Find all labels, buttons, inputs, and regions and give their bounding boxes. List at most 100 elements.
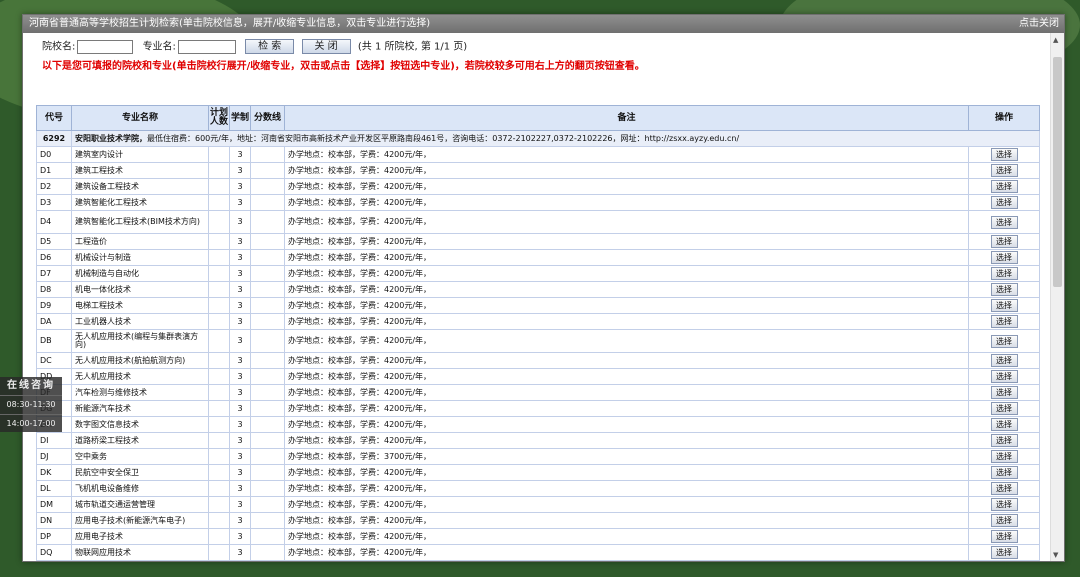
- score-line: [250, 448, 285, 465]
- vertical-scrollbar[interactable]: ▲ ▼: [1050, 33, 1064, 561]
- select-button[interactable]: 选择: [990, 418, 1018, 431]
- select-button[interactable]: 选择: [990, 334, 1018, 348]
- action-cell: 选择: [968, 400, 1040, 417]
- select-button[interactable]: 选择: [990, 215, 1018, 229]
- score-line: [250, 352, 285, 369]
- score-line: [250, 496, 285, 513]
- scrollbar-thumb[interactable]: [1053, 57, 1062, 287]
- select-button[interactable]: 选择: [990, 196, 1018, 209]
- remark: 办学地点：校本部，学费：4200元/年，: [284, 464, 969, 481]
- major-name: 无人机应用技术: [71, 368, 209, 385]
- table-row[interactable]: D7 机械制造与自动化 3 办学地点：校本部，学费：4200元/年， 选择: [36, 265, 1040, 282]
- score-line: [250, 265, 285, 282]
- consult-hours-afternoon: 14:00-17:00: [0, 414, 62, 432]
- major-name-input[interactable]: [177, 39, 236, 54]
- select-button[interactable]: 选择: [990, 386, 1018, 399]
- table-row[interactable]: D4 建筑智能化工程技术(BIM技术方向) 3 办学地点：校本部，学费：4200元/年…: [36, 210, 1040, 234]
- select-button[interactable]: 选择: [990, 164, 1018, 177]
- major-code: D1: [36, 162, 72, 179]
- school-row[interactable]: 6292 安阳职业技术学院，最低住宿费：600元/年，地址：河南省安阳市高新技术…: [36, 130, 1040, 147]
- action-cell: 选择: [968, 178, 1040, 195]
- table-row[interactable]: DL 飞机机电设备维修 3 办学地点：校本部，学费：4200元/年， 选择: [36, 480, 1040, 497]
- table-row[interactable]: DC 无人机应用技术(航拍航测方向) 3 办学地点：校本部，学费：4200元/年， 选择: [36, 352, 1040, 369]
- remark: 办学地点：校本部，学费：4200元/年，: [284, 512, 969, 529]
- scroll-up-arrow-icon[interactable]: ▲: [1053, 36, 1058, 44]
- table-row[interactable]: D5 工程造价 3 办学地点：校本部，学费：4200元/年， 选择: [36, 233, 1040, 250]
- plan-count: [208, 329, 230, 353]
- table-row[interactable]: D8 机电一体化技术 3 办学地点：校本部，学费：4200元/年， 选择: [36, 281, 1040, 298]
- plan-count: [208, 544, 230, 561]
- major-name: 建筑室内设计: [71, 146, 209, 163]
- score-line: [250, 400, 285, 417]
- remark: 办学地点：校本部，学费：4200元/年，: [284, 528, 969, 545]
- dialog-close-link[interactable]: 点击关闭: [1019, 15, 1059, 33]
- select-button[interactable]: 选择: [990, 235, 1018, 248]
- search-button[interactable]: 检 索: [245, 39, 295, 54]
- score-line: [250, 368, 285, 385]
- table-row[interactable]: D9 电梯工程技术 3 办学地点：校本部，学费：4200元/年， 选择: [36, 297, 1040, 314]
- table-row[interactable]: DA 工业机器人技术 3 办学地点：校本部，学费：4200元/年， 选择: [36, 313, 1040, 330]
- select-button[interactable]: 选择: [990, 402, 1018, 415]
- table-row[interactable]: DD 无人机应用技术 3 办学地点：校本部，学费：4200元/年， 选择: [36, 368, 1040, 385]
- remark: 办学地点：校本部，学费：4200元/年，: [284, 416, 969, 433]
- action-cell: 选择: [968, 265, 1040, 282]
- select-button[interactable]: 选择: [990, 434, 1018, 447]
- plan-count: [208, 496, 230, 513]
- years: 3: [229, 249, 251, 266]
- remark: 办学地点：校本部，学费：4200元/年，: [284, 162, 969, 179]
- years: 3: [229, 313, 251, 330]
- major-code: D5: [36, 233, 72, 250]
- select-button[interactable]: 选择: [990, 546, 1018, 559]
- select-button[interactable]: 选择: [990, 315, 1018, 328]
- years: 3: [229, 281, 251, 298]
- select-button[interactable]: 选择: [990, 148, 1018, 161]
- select-button[interactable]: 选择: [990, 370, 1018, 383]
- table-row[interactable]: DI 道路桥梁工程技术 3 办学地点：校本部，学费：4200元/年， 选择: [36, 432, 1040, 449]
- select-button[interactable]: 选择: [990, 299, 1018, 312]
- action-cell: 选择: [968, 432, 1040, 449]
- select-button[interactable]: 选择: [990, 180, 1018, 193]
- years: 3: [229, 329, 251, 353]
- select-button[interactable]: 选择: [990, 251, 1018, 264]
- plan-table: 代号 专业名称 计划人数 学制 分数线 备注 操作 6292 安阳职业技术学院，…: [36, 105, 1040, 561]
- select-button[interactable]: 选择: [990, 354, 1018, 367]
- table-row[interactable]: DK 民航空中安全保卫 3 办学地点：校本部，学费：4200元/年， 选择: [36, 464, 1040, 481]
- select-button[interactable]: 选择: [990, 466, 1018, 479]
- table-row[interactable]: D2 建筑设备工程技术 3 办学地点：校本部，学费：4200元/年， 选择: [36, 178, 1040, 195]
- years: 3: [229, 496, 251, 513]
- table-row[interactable]: D1 建筑工程技术 3 办学地点：校本部，学费：4200元/年， 选择: [36, 162, 1040, 179]
- major-code: DP: [36, 528, 72, 545]
- table-row[interactable]: DJ 空中乘务 3 办学地点：校本部，学费：3700元/年， 选择: [36, 448, 1040, 465]
- table-row[interactable]: DG新能源汽车技术3办学地点：校本部，学费：4200元/年，选择: [36, 400, 1040, 417]
- search-bar: 院校名: 专业名: 检 索 关 闭 (共 1 所院校, 第 1/1 页): [42, 39, 467, 55]
- table-row[interactable]: DQ 物联网应用技术 3 办学地点：校本部，学费：4200元/年， 选择: [36, 544, 1040, 561]
- select-button[interactable]: 选择: [990, 482, 1018, 495]
- table-row[interactable]: D6 机械设计与制造 3 办学地点：校本部，学费：4200元/年， 选择: [36, 249, 1040, 266]
- major-name: 新能源汽车技术: [71, 400, 209, 417]
- scroll-down-arrow-icon[interactable]: ▼: [1053, 551, 1058, 559]
- table-row[interactable]: DH数字图文信息技术3办学地点：校本部，学费：4200元/年，选择: [36, 416, 1040, 433]
- years: 3: [229, 194, 251, 211]
- action-cell: 选择: [968, 329, 1040, 353]
- table-row[interactable]: DB 无人机应用技术(编程与集群表演方向) 3 办学地点：校本部，学费：4200元/年…: [36, 329, 1040, 353]
- table-row[interactable]: DP 应用电子技术 3 办学地点：校本部，学费：4200元/年， 选择: [36, 528, 1040, 545]
- major-code: DI: [36, 432, 72, 449]
- select-button[interactable]: 选择: [990, 514, 1018, 527]
- select-button[interactable]: 选择: [990, 283, 1018, 296]
- header-plan-count: 计划人数: [208, 105, 230, 131]
- table-row[interactable]: DM 城市轨道交通运营管理 3 办学地点：校本部，学费：4200元/年， 选择: [36, 496, 1040, 513]
- school-name-input[interactable]: [77, 39, 134, 54]
- select-button[interactable]: 选择: [990, 450, 1018, 463]
- close-button[interactable]: 关 闭: [301, 39, 351, 54]
- table-row[interactable]: DF汽车检测与维修技术3办学地点：校本部，学费：4200元/年，选择: [36, 384, 1040, 401]
- select-button[interactable]: 选择: [990, 498, 1018, 511]
- plan-count: [208, 313, 230, 330]
- plan-count: [208, 512, 230, 529]
- select-button[interactable]: 选择: [990, 530, 1018, 543]
- table-row[interactable]: D0 建筑室内设计 3 办学地点：校本部，学费：4200元/年， 选择: [36, 146, 1040, 163]
- table-row[interactable]: D3 建筑智能化工程技术 3 办学地点：校本部，学费：4200元/年， 选择: [36, 194, 1040, 211]
- table-row[interactable]: DN 应用电子技术(新能源汽车电子) 3 办学地点：校本部，学费：4200元/年， 选择: [36, 512, 1040, 529]
- select-button[interactable]: 选择: [990, 267, 1018, 280]
- online-consult-widget[interactable]: 在线咨询 08:30-11:30 14:00-17:00: [0, 377, 62, 432]
- score-line: [250, 512, 285, 529]
